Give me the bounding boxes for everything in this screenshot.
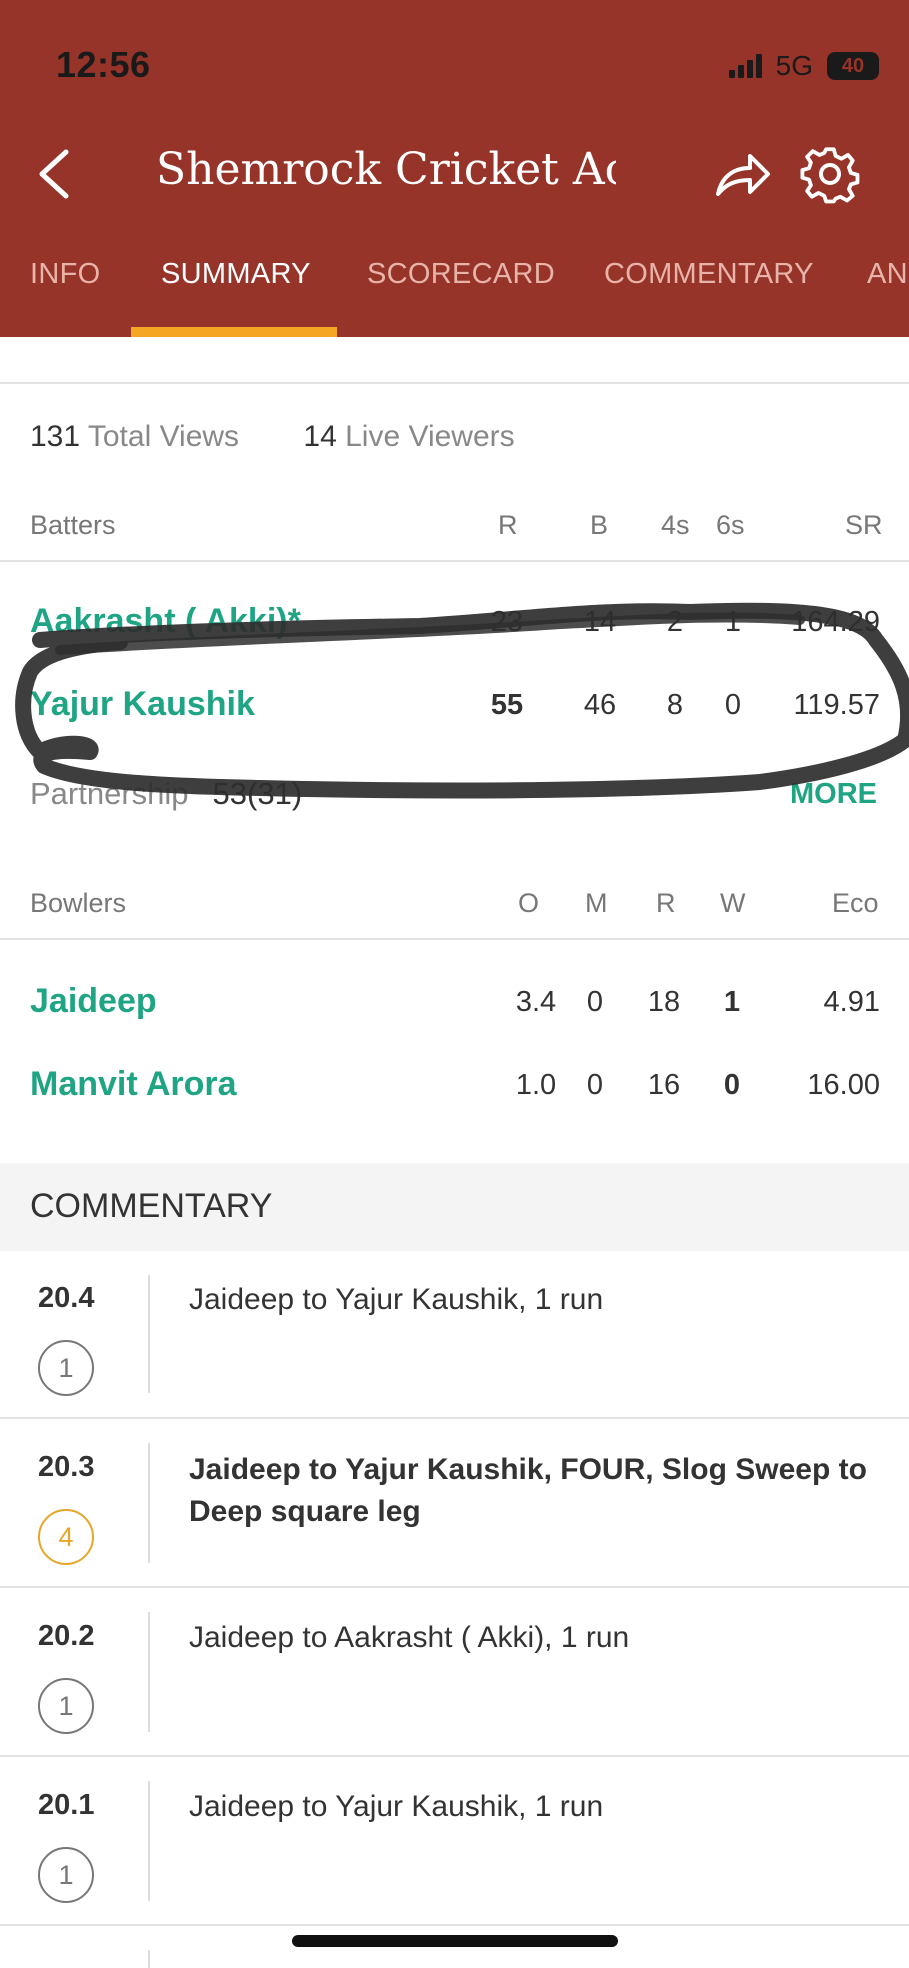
- batters-header-b: B: [590, 510, 609, 540]
- share-icon[interactable]: [712, 146, 772, 202]
- signal-icon: [728, 54, 762, 78]
- bowlers-header-eco: Eco: [832, 888, 879, 918]
- home-indicator[interactable]: [292, 1935, 618, 1947]
- batter-balls: 14: [583, 606, 617, 638]
- bowler-maidens: 0: [586, 986, 604, 1018]
- app-header: 12:56 5G 40 Shemrock Cricket Aca INFO SU…: [0, 0, 909, 337]
- commentary-title: COMMENTARY: [30, 1187, 273, 1225]
- tab-analysis[interactable]: AN: [867, 258, 908, 291]
- bowler-name[interactable]: Manvit Arora: [30, 1065, 237, 1104]
- batter-name[interactable]: Yajur Kaushik: [30, 685, 255, 724]
- commentary-text: Jaideep to Yajur Kaushik, FOUR, Slog Swe…: [189, 1453, 867, 1528]
- views-info: 131 Total Views 14 Live Viewers: [30, 420, 515, 454]
- divider: [0, 1417, 909, 1419]
- batters-header-sr: SR: [845, 510, 883, 540]
- divider: [0, 1924, 909, 1926]
- runs-ball-badge: 1: [38, 1847, 94, 1903]
- status-time: 12:56: [56, 44, 151, 85]
- batter-runs: 23: [490, 606, 524, 638]
- tab-bar: INFO SUMMARY SCORECARD COMMENTARY AN: [0, 252, 909, 337]
- active-tab-indicator: [131, 327, 337, 337]
- tab-info[interactable]: INFO: [30, 258, 100, 291]
- batters-header-6s: 6s: [716, 510, 745, 540]
- status-icons: 5G 40: [728, 50, 879, 82]
- batters-header: Batters: [30, 510, 116, 540]
- tab-summary[interactable]: SUMMARY: [161, 258, 311, 291]
- bowler-economy: 16.00: [807, 1069, 880, 1101]
- divider: [0, 1586, 909, 1588]
- battery-level: 40: [841, 54, 865, 77]
- commentary-text: Jaideep to Aakrasht ( Akki), 1 run: [189, 1621, 630, 1654]
- batters-header-r: R: [498, 510, 518, 540]
- back-arrow-icon[interactable]: [34, 146, 74, 202]
- bowler-economy: 4.91: [823, 986, 880, 1018]
- divider: [0, 560, 909, 562]
- separator: [148, 1275, 150, 1393]
- partnership-value: 53(31): [212, 776, 303, 811]
- runs-ball-badge: 4: [38, 1509, 94, 1565]
- live-viewers-label: Live Viewers: [345, 420, 515, 453]
- partnership-info: Partnership 53(31): [30, 776, 302, 812]
- over-number: 20.4: [38, 1282, 95, 1314]
- settings-gear-icon[interactable]: [800, 144, 860, 204]
- separator: [148, 1781, 150, 1901]
- tab-commentary[interactable]: COMMENTARY: [604, 258, 814, 291]
- batter-balls: 46: [583, 689, 617, 721]
- batter-strike-rate: 164.29: [791, 606, 880, 638]
- more-button[interactable]: MORE: [790, 778, 877, 811]
- batter-name[interactable]: Aakrasht ( Akki)*: [30, 602, 301, 641]
- network-label: 5G: [775, 50, 813, 81]
- total-views-label: Total Views: [87, 420, 240, 453]
- commentary-text: Jaideep to Yajur Kaushik, 1 run: [189, 1283, 604, 1316]
- bowler-name[interactable]: Jaideep: [30, 982, 157, 1021]
- separator: [148, 1950, 150, 1968]
- runs-ball-badge: 1: [38, 1340, 94, 1396]
- battery-icon: 40: [827, 52, 879, 80]
- commentary-text: Jaideep to Yajur Kaushik, 1 run: [189, 1790, 604, 1823]
- live-viewers-count: 14: [303, 420, 337, 453]
- tab-scorecard[interactable]: SCORECARD: [367, 258, 555, 291]
- divider: [0, 938, 909, 940]
- partnership-label: Partnership: [30, 776, 189, 811]
- bowler-maidens: 0: [586, 1069, 604, 1101]
- separator: [148, 1443, 150, 1563]
- commentary-section-header: COMMENTARY: [0, 1163, 909, 1251]
- bowlers-header: Bowlers: [30, 888, 127, 918]
- over-number: 20.1: [38, 1789, 95, 1821]
- runs-ball-badge: 1: [38, 1678, 94, 1734]
- bowlers-header-o: O: [518, 888, 540, 918]
- over-number: 20.2: [38, 1620, 95, 1652]
- over-number: 20.3: [38, 1451, 95, 1483]
- bowlers-header-r: R: [656, 888, 676, 918]
- batters-header-4s: 4s: [661, 510, 690, 540]
- batter-runs: 55: [490, 689, 524, 721]
- divider: [0, 1755, 909, 1757]
- bowlers-header-m: M: [585, 888, 608, 918]
- separator: [148, 1612, 150, 1732]
- bowlers-header-w: W: [720, 888, 746, 918]
- page-title: Shemrock Cricket Aca: [156, 144, 616, 195]
- total-views-count: 131: [30, 420, 81, 453]
- batter-strike-rate: 119.57: [793, 689, 880, 721]
- divider: [0, 382, 909, 384]
